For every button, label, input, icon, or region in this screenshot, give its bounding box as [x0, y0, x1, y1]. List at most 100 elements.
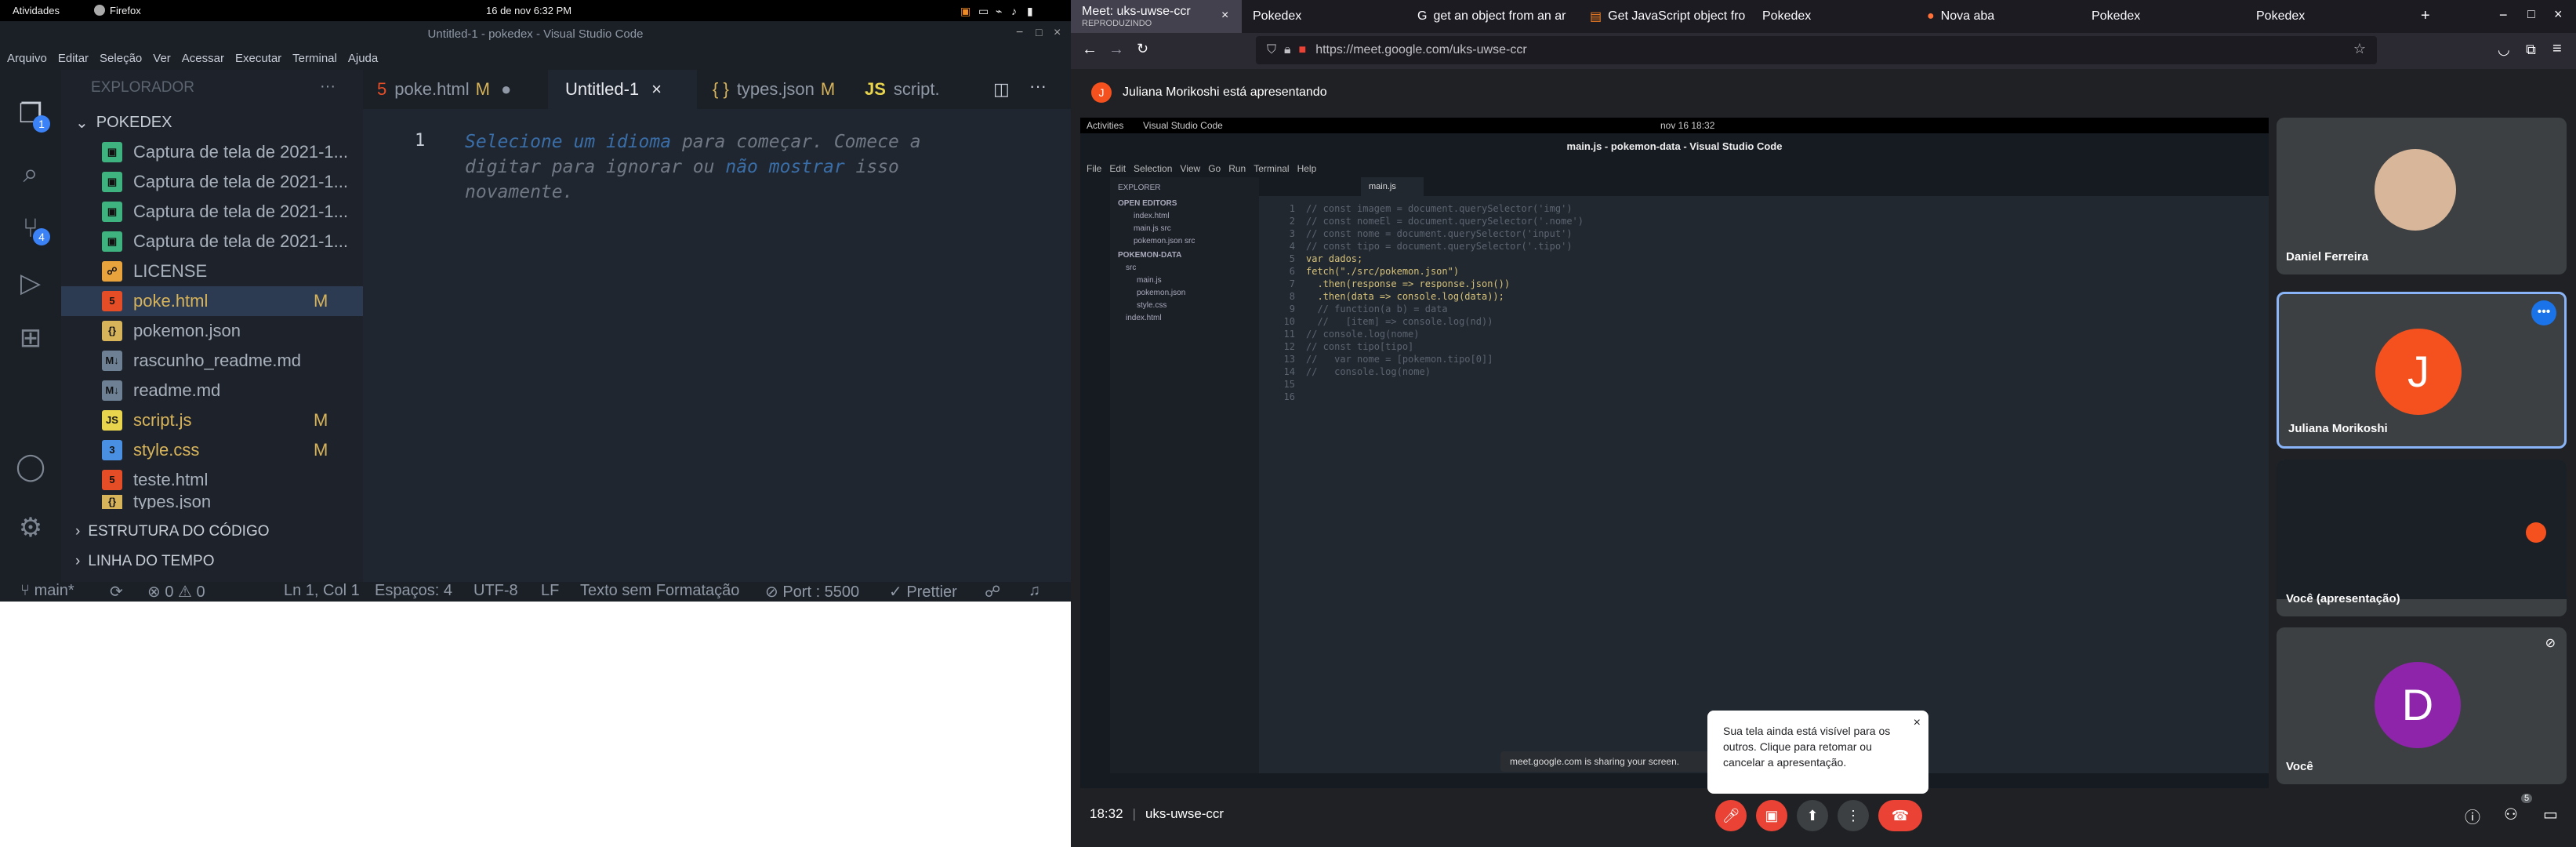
branch-status[interactable]: ⑂ main*	[20, 582, 74, 600]
browser-tab-meet[interactable]: Meet: uks-uwse-ccr REPRODUZINDO	[1071, 0, 1242, 33]
indent-status[interactable]: Espaços: 4	[375, 582, 452, 600]
tab-types-json[interactable]: { } types.json M	[713, 70, 854, 109]
language-status[interactable]: Texto sem Formatação	[580, 582, 739, 600]
extensions-icon[interactable]: ⧉	[2526, 42, 2536, 58]
folder-pokedex[interactable]: ⌄ POKEDEX	[61, 107, 363, 137]
url-bar[interactable]: ⛉ 🔒︎ ■ https://meet.google.com/uks-uwse-…	[1256, 36, 2377, 64]
search-icon[interactable]: ⌕	[12, 154, 49, 192]
tree-item-md[interactable]: M↓ readme.md	[61, 376, 363, 405]
tab-untitled-1[interactable]: Untitled-1 ×	[548, 70, 697, 109]
tree-item-css[interactable]: 3 style.css M	[61, 435, 363, 465]
close-toast-icon[interactable]: ×	[1914, 715, 1921, 731]
split-editor-icon[interactable]: ◫	[993, 79, 1010, 100]
account-icon[interactable]: ◯	[12, 448, 49, 485]
meeting-code[interactable]: uks-uwse-ccr	[1145, 806, 1224, 822]
outline-section[interactable]: › ESTRUTURA DO CÓDIGO	[61, 517, 363, 547]
tree-item-image[interactable]: ▣ Captura de tela de 2021-1...	[61, 227, 363, 256]
tray-icon-orange[interactable]: ▣	[960, 5, 971, 18]
sync-icon[interactable]: ⟳	[110, 582, 123, 602]
tree-item-license[interactable]: ☍ LICENSE	[61, 256, 363, 286]
mic-off-button[interactable]: 🎤︎	[1715, 800, 1747, 831]
clock[interactable]: 16 de nov 6:32 PM	[486, 5, 571, 16]
tree-item-js[interactable]: JS script.js M	[61, 405, 363, 435]
more-actions-icon[interactable]: ···	[1029, 76, 1047, 96]
tree-item-image[interactable]: ▣ Captura de tela de 2021-1...	[61, 197, 363, 227]
eol-status[interactable]: LF	[541, 582, 559, 600]
camera-off-button[interactable]: ▣	[1756, 800, 1787, 831]
maximize-button[interactable]: □	[1036, 26, 1042, 38]
live-server-status[interactable]: ⊘ Port : 5500	[765, 582, 859, 602]
pocket-icon[interactable]: ◡	[2498, 42, 2510, 58]
cursor-position[interactable]: Ln 1, Col 1	[284, 582, 360, 600]
participant-tile-you[interactable]: ⊘ D Você	[2277, 627, 2567, 784]
close-button[interactable]: ×	[1054, 26, 1061, 40]
power-icon[interactable]: ▮	[1027, 5, 1033, 18]
settings-gear-icon[interactable]: ⚙	[12, 509, 49, 547]
people-icon[interactable]: ⚇	[2504, 805, 2518, 824]
hangup-button[interactable]: ☎	[1878, 800, 1922, 831]
tree-item-json[interactable]: {} pokemon.json	[61, 316, 363, 346]
back-icon[interactable]: ←	[1082, 41, 1098, 59]
tree-item-md[interactable]: M↓ rascunho_readme.md	[61, 346, 363, 376]
more-actions-icon[interactable]: ···	[320, 78, 336, 96]
network-icon[interactable]: ⌁	[996, 5, 1002, 18]
tab-poke-html[interactable]: 5 poke.html M ●	[377, 70, 548, 109]
close-button[interactable]: ×	[2554, 6, 2563, 23]
browser-tab-get-object[interactable]: Gget an object from an ar	[1406, 0, 1579, 33]
volume-icon[interactable]: ♪	[1011, 5, 1017, 17]
menu-ajuda[interactable]: Ajuda	[348, 52, 378, 65]
browser-tab-pokedex-1[interactable]: Pokedex	[1242, 0, 1406, 33]
browser-tab-new[interactable]: ● Nova aba	[1916, 0, 2081, 33]
bookmark-star-icon[interactable]: ☆	[2353, 41, 2366, 57]
participant-tile-daniel[interactable]: Daniel Ferreira	[2277, 118, 2567, 274]
menu-selecao[interactable]: Seleção	[100, 52, 142, 65]
chat-icon[interactable]: ▭	[2543, 805, 2558, 824]
browser-tab-get-js-object[interactable]: ▤ Get JavaScript object fro	[1579, 0, 1751, 33]
notifications-bell-icon[interactable]: ♫	[1029, 582, 1040, 600]
close-tab-icon[interactable]: ×	[651, 79, 662, 100]
tree-item-json[interactable]: {} types.json	[61, 495, 363, 509]
new-tab-button[interactable]: +	[2421, 7, 2430, 25]
extensions-icon[interactable]: ⊞	[12, 319, 49, 357]
maximize-button[interactable]: □	[2527, 8, 2535, 22]
select-language-link[interactable]: Selecione um idioma	[465, 132, 671, 152]
tab-script[interactable]: JS script.	[865, 70, 959, 109]
browser-tab-pokedex-2[interactable]: Pokedex	[1751, 0, 1916, 33]
more-options-icon[interactable]: •••	[2531, 300, 2556, 325]
participant-tile-you-presentation[interactable]: Você (apresentação)	[2277, 460, 2567, 616]
activities-button[interactable]: Atividades	[13, 5, 60, 16]
tree-item-html[interactable]: 5 poke.html M	[61, 286, 363, 316]
tree-item-html[interactable]: 5 teste.html	[61, 465, 363, 495]
prettier-status[interactable]: ✓ Prettier	[889, 582, 957, 602]
presentation-toast[interactable]: Sua tela ainda está visível para os outr…	[1707, 711, 1928, 794]
close-tab-icon[interactable]: ×	[1221, 9, 1228, 23]
browser-tab-pokedex-3[interactable]: Pokedex	[2081, 0, 2245, 33]
present-button[interactable]: ⬆	[1797, 800, 1828, 831]
reload-icon[interactable]: ↻	[1137, 41, 1148, 57]
menu-terminal[interactable]: Terminal	[292, 52, 337, 65]
menu-acessar[interactable]: Acessar	[182, 52, 224, 65]
feedback-icon[interactable]: ☍	[985, 582, 1000, 602]
more-options-button[interactable]: ⋮	[1838, 800, 1869, 831]
participant-tile-juliana[interactable]: J ••• Juliana Morikoshi	[2277, 292, 2567, 449]
minimize-button[interactable]: −	[2499, 7, 2508, 24]
menu-ver[interactable]: Ver	[153, 52, 171, 65]
tree-item-image[interactable]: ▣ Captura de tela de 2021-1...	[61, 137, 363, 167]
menu-arquivo[interactable]: Arquivo	[7, 52, 47, 65]
tray-icon-screen[interactable]: ▭	[978, 5, 989, 18]
dont-show-link[interactable]: não mostrar	[725, 157, 844, 177]
minimize-button[interactable]: −	[1016, 26, 1023, 40]
run-debug-icon[interactable]: ▷	[12, 264, 49, 302]
timeline-section[interactable]: › LINHA DO TEMPO	[61, 547, 363, 576]
app-menu[interactable]: Firefox	[110, 5, 141, 16]
editor-hint[interactable]: Selecione um idioma para começar. Comece…	[465, 129, 998, 205]
tree-item-image[interactable]: ▣ Captura de tela de 2021-1...	[61, 167, 363, 197]
problems-status[interactable]: ⊗ 0 ⚠ 0	[147, 582, 205, 602]
menu-executar[interactable]: Executar	[235, 52, 281, 65]
menu-editar[interactable]: Editar	[58, 52, 89, 65]
info-icon[interactable]: ⓘ	[2465, 805, 2480, 827]
hamburger-menu-icon[interactable]: ≡	[2552, 40, 2562, 58]
browser-tab-pokedex-4[interactable]: Pokedex	[2245, 0, 2410, 33]
encoding-status[interactable]: UTF-8	[473, 582, 518, 600]
forward-icon[interactable]: →	[1108, 41, 1124, 59]
